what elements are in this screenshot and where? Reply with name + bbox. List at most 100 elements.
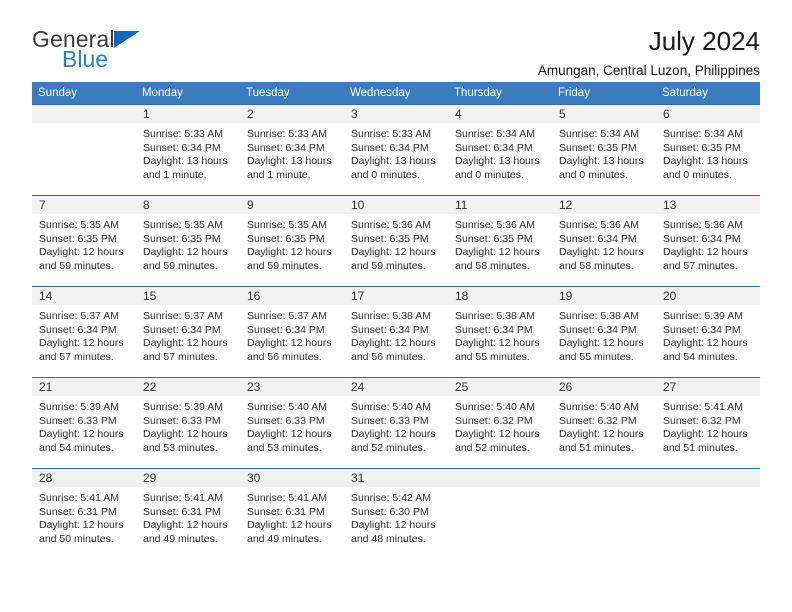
day-info-line: and 57 minutes. [143,350,218,363]
day-info-line: Sunset: 6:34 PM [247,141,325,154]
day-info-line: Sunrise: 5:40 AM [351,401,431,413]
weekday-header-friday: Friday [552,82,656,105]
day-info-line: and 53 minutes. [143,441,218,454]
day-cell[interactable]: 11 Sunrise: 5:36 AM Sunset: 6:35 PM Dayligh… [448,195,552,287]
day-cell[interactable]: 2 Sunrise: 5:33 AM Sunset: 6:34 PM Daylight… [240,104,344,196]
day-cell[interactable]: 22 Sunrise: 5:39 AM Sunset: 6:33 PM Dayligh… [136,377,240,469]
day-cell[interactable]: 1 Sunrise: 5:33 AM Sunset: 6:34 PM Daylight… [136,104,240,196]
day-info-line: Sunset: 6:34 PM [455,323,533,336]
day-number: 14 [32,287,136,305]
day-info-line: Sunrise: 5:37 AM [247,310,327,322]
day-info-line: Sunrise: 5:36 AM [351,219,431,231]
day-sun-info: Sunrise: 5:38 AM Sunset: 6:34 PM Daylight:… [552,305,656,364]
day-sun-info: Sunrise: 5:38 AM Sunset: 6:34 PM Daylight:… [448,305,552,364]
day-info-line: and 59 minutes. [247,259,322,272]
day-cell[interactable]: 28 Sunrise: 5:41 AM Sunset: 6:31 PM Dayligh… [32,468,136,559]
day-sun-info: Sunrise: 5:41 AM Sunset: 6:32 PM Daylight:… [656,396,760,455]
day-info-line: and 59 minutes. [143,259,218,272]
day-cell[interactable]: 18 Sunrise: 5:38 AM Sunset: 6:34 PM Dayligh… [448,286,552,378]
day-info-line: Daylight: 12 hours [455,246,540,259]
day-cell[interactable]: 24 Sunrise: 5:40 AM Sunset: 6:33 PM Dayligh… [344,377,448,469]
day-cell[interactable]: 20 Sunrise: 5:39 AM Sunset: 6:34 PM Dayligh… [656,286,760,378]
day-info-line: Daylight: 12 hours [351,519,436,532]
day-cell[interactable]: 10 Sunrise: 5:36 AM Sunset: 6:35 PM Dayligh… [344,195,448,287]
day-cell[interactable]: 5 Sunrise: 5:34 AM Sunset: 6:35 PM Daylight… [552,104,656,196]
day-info-line: Daylight: 12 hours [143,519,228,532]
day-info-line: Sunrise: 5:38 AM [559,310,639,322]
day-number: 2 [240,105,344,123]
logo-text-blue: Blue [62,46,109,72]
calendar-header: Sunday Monday Tuesday Wednesday Thursday Frid… [32,82,760,105]
day-number [552,469,656,487]
weekday-header-thursday: Thursday [448,82,552,105]
day-cell[interactable]: 25 Sunrise: 5:40 AM Sunset: 6:32 PM Dayligh… [448,377,552,469]
day-info-line: Daylight: 12 hours [247,519,332,532]
generalblue-logo[interactable]: General Blue [32,28,140,71]
day-info-line: and 52 minutes. [455,441,530,454]
day-info-line: and 55 minutes. [455,350,530,363]
day-info-line: Sunrise: 5:33 AM [351,128,431,140]
day-cell[interactable]: 31 Sunrise: 5:42 AM Sunset: 6:30 PM Dayligh… [344,468,448,559]
day-info-line: Sunset: 6:34 PM [559,323,637,336]
day-cell[interactable]: 29 Sunrise: 5:41 AM Sunset: 6:31 PM Dayligh… [136,468,240,559]
day-cell[interactable]: 12 Sunrise: 5:36 AM Sunset: 6:34 PM Dayligh… [552,195,656,287]
day-number: 11 [448,196,552,214]
day-info-line: and 51 minutes. [559,441,634,454]
day-info-line: and 58 minutes. [559,259,634,272]
day-cell[interactable]: 8 Sunrise: 5:35 AM Sunset: 6:35 PM Daylight… [136,195,240,287]
day-sun-info: Sunrise: 5:36 AM Sunset: 6:34 PM Daylight:… [552,214,656,273]
calendar-week-row: 14 Sunrise: 5:37 AM Sunset: 6:34 PM Dayligh… [32,286,760,378]
day-sun-info: Sunrise: 5:37 AM Sunset: 6:34 PM Daylight:… [32,305,136,364]
day-info-line: Sunrise: 5:34 AM [663,128,743,140]
day-cell[interactable]: 15 Sunrise: 5:37 AM Sunset: 6:34 PM Dayligh… [136,286,240,378]
day-number: 29 [136,469,240,487]
day-cell[interactable]: 9 Sunrise: 5:35 AM Sunset: 6:35 PM Daylight… [240,195,344,287]
day-info-line: and 0 minutes. [351,168,420,181]
day-cell[interactable]: 30 Sunrise: 5:41 AM Sunset: 6:31 PM Dayligh… [240,468,344,559]
day-info-line: Daylight: 12 hours [559,337,644,350]
day-info-line: Daylight: 12 hours [351,246,436,259]
day-number [448,469,552,487]
day-info-line: Sunset: 6:30 PM [351,505,429,518]
day-sun-info: Sunrise: 5:39 AM Sunset: 6:34 PM Daylight:… [656,305,760,364]
day-cell[interactable]: 6 Sunrise: 5:34 AM Sunset: 6:35 PM Daylight… [656,104,760,196]
day-number: 16 [240,287,344,305]
day-cell[interactable]: 21 Sunrise: 5:39 AM Sunset: 6:33 PM Dayligh… [32,377,136,469]
day-info-line: Sunset: 6:33 PM [351,414,429,427]
day-info-line: Sunset: 6:35 PM [143,232,221,245]
day-info-line: Sunset: 6:31 PM [247,505,325,518]
day-info-line: and 0 minutes. [455,168,524,181]
day-info-line: Sunset: 6:35 PM [351,232,429,245]
day-info-line: and 54 minutes. [663,350,738,363]
day-number: 21 [32,378,136,396]
day-cell[interactable]: 3 Sunrise: 5:33 AM Sunset: 6:34 PM Daylight… [344,104,448,196]
day-cell[interactable]: 13 Sunrise: 5:36 AM Sunset: 6:34 PM Dayligh… [656,195,760,287]
day-cell[interactable]: 27 Sunrise: 5:41 AM Sunset: 6:32 PM Dayligh… [656,377,760,469]
day-cell[interactable]: 19 Sunrise: 5:38 AM Sunset: 6:34 PM Dayligh… [552,286,656,378]
day-cell-empty [32,104,136,196]
day-cell[interactable]: 26 Sunrise: 5:40 AM Sunset: 6:32 PM Dayligh… [552,377,656,469]
day-cell[interactable]: 23 Sunrise: 5:40 AM Sunset: 6:33 PM Dayligh… [240,377,344,469]
day-info-line: Sunrise: 5:35 AM [39,219,119,231]
day-info-line: Sunset: 6:35 PM [663,141,741,154]
day-info-line: Daylight: 13 hours [559,155,644,168]
day-cell[interactable]: 14 Sunrise: 5:37 AM Sunset: 6:34 PM Dayligh… [32,286,136,378]
day-cell[interactable]: 4 Sunrise: 5:34 AM Sunset: 6:34 PM Daylight… [448,104,552,196]
day-info-line: Sunset: 6:34 PM [663,232,741,245]
day-info-line: Daylight: 12 hours [143,428,228,441]
calendar-page: General Blue July 2024 Amungan, Central … [0,0,792,612]
day-info-line: Sunset: 6:35 PM [559,141,637,154]
day-cell[interactable]: 17 Sunrise: 5:38 AM Sunset: 6:34 PM Dayligh… [344,286,448,378]
day-cell[interactable]: 16 Sunrise: 5:37 AM Sunset: 6:34 PM Dayligh… [240,286,344,378]
day-cell[interactable]: 7 Sunrise: 5:35 AM Sunset: 6:35 PM Daylight… [32,195,136,287]
day-info-line: Daylight: 12 hours [663,246,748,259]
day-info-line: Sunrise: 5:40 AM [247,401,327,413]
day-sun-info: Sunrise: 5:33 AM Sunset: 6:34 PM Daylight:… [344,123,448,182]
day-info-line: and 1 minute. [143,168,207,181]
day-info-line: Sunrise: 5:35 AM [247,219,327,231]
day-info-line: Sunrise: 5:42 AM [351,492,431,504]
day-info-line: and 53 minutes. [247,441,322,454]
day-info-line: Sunrise: 5:38 AM [455,310,535,322]
day-sun-info: Sunrise: 5:42 AM Sunset: 6:30 PM Daylight:… [344,487,448,546]
day-number: 9 [240,196,344,214]
